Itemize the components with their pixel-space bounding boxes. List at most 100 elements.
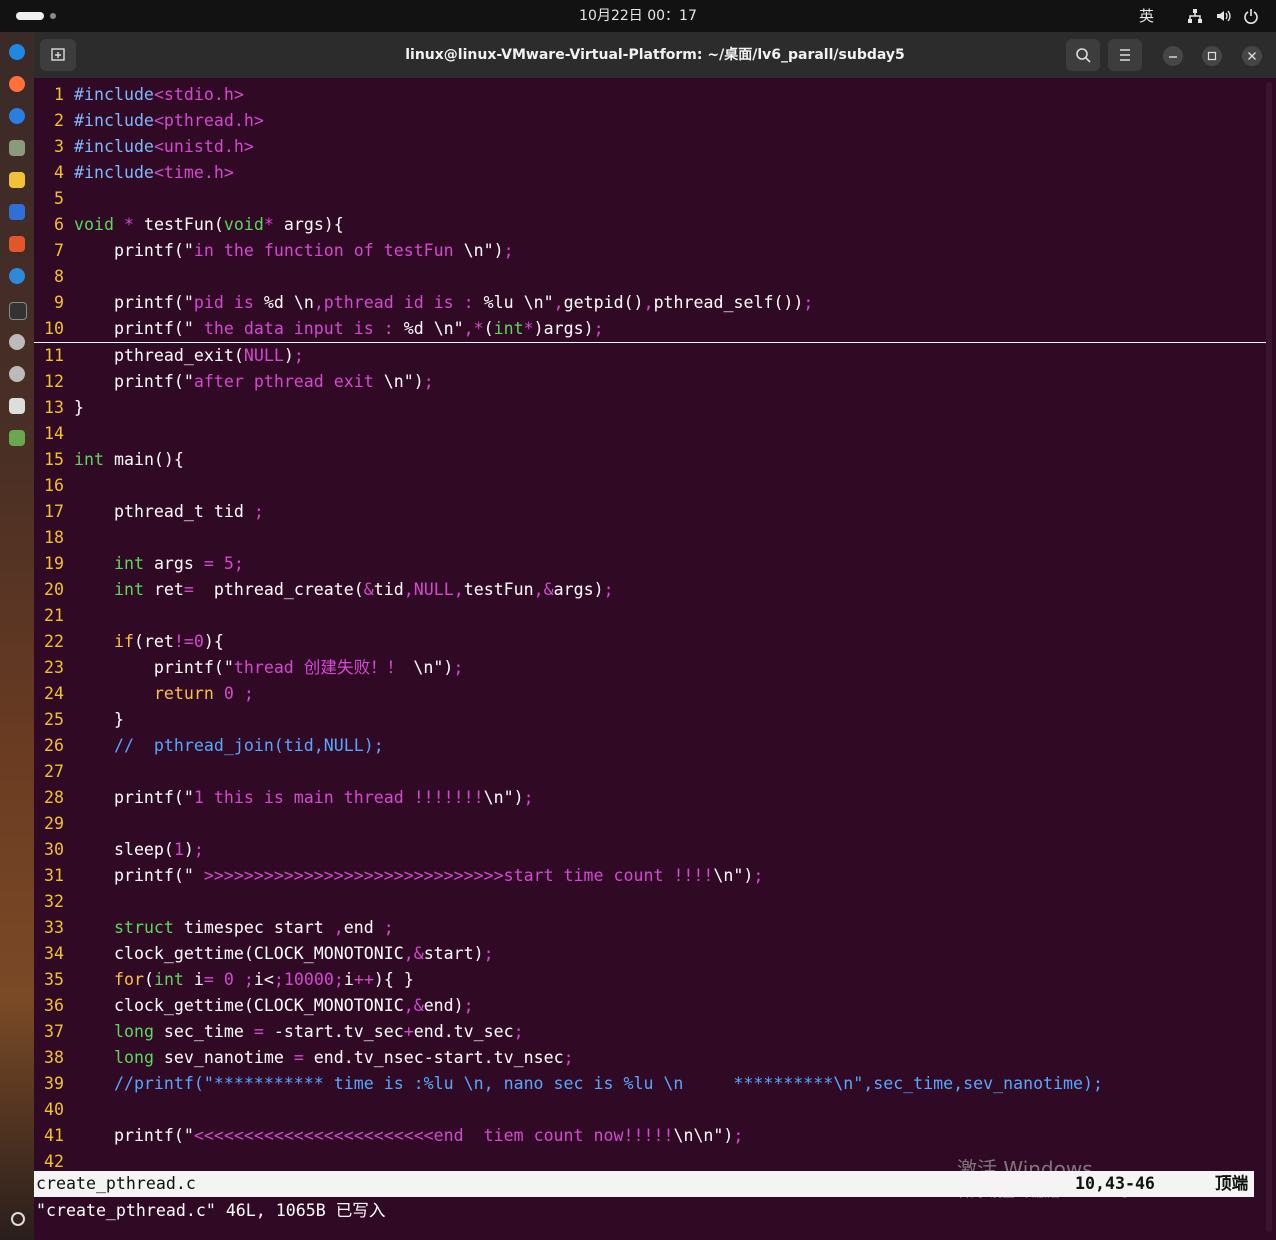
code-line[interactable]: 33 struct timespec start ,end ; (34, 915, 1270, 941)
code-text: if(ret!=0){ (113, 632, 224, 651)
code-text: printf(" the data input is : %d \n",*(in… (74, 319, 604, 338)
code-line[interactable]: 21 (34, 603, 1270, 629)
scrollbar[interactable] (1266, 82, 1272, 1232)
status-cursor-position: 10,43-46 (1075, 1174, 1155, 1193)
files-icon[interactable] (9, 140, 25, 156)
line-number: 36 (44, 996, 64, 1015)
code-line[interactable]: 6 void * testFun(void* args){ (34, 212, 1270, 238)
show-apps-icon[interactable] (11, 1212, 25, 1226)
code-line[interactable]: 17 pthread_t tid ; (34, 499, 1270, 525)
line-number: 15 (44, 450, 64, 469)
restore-button[interactable] (1202, 46, 1222, 66)
vim-editor[interactable]: 1 #include<stdio.h> 2 #include<pthread.h> 3 #… (34, 82, 1270, 1175)
code-line[interactable]: 24 return 0 ; (34, 681, 1270, 707)
code-line[interactable]: 13} (34, 395, 1270, 421)
code-line[interactable]: 31 printf(" >>>>>>>>>>>>>>>>>>>>>>>>>>>>… (34, 863, 1270, 889)
code-line[interactable]: 2 #include<pthread.h> (34, 108, 1270, 134)
code-line[interactable]: 32 (34, 889, 1270, 915)
line-number: 40 (44, 1100, 64, 1119)
line-number: 12 (44, 372, 64, 391)
rhythmbox-icon[interactable] (9, 172, 25, 188)
line-number: 34 (44, 944, 64, 963)
code-line[interactable]: 22 if(ret!=0){ (34, 629, 1270, 655)
code-line[interactable]: 12 printf("after pthread exit \n"); (34, 369, 1270, 395)
code-line[interactable]: 19 int args = 5; (34, 551, 1270, 577)
trash-icon[interactable] (9, 430, 25, 446)
code-text: #include<time.h> (74, 163, 234, 182)
thunderbird-icon[interactable] (9, 108, 25, 124)
edge-browser-icon[interactable] (9, 44, 25, 60)
input-method-indicator[interactable]: 英 (1139, 0, 1154, 32)
minimize-button[interactable] (1163, 46, 1183, 66)
code-line[interactable]: 27 (34, 759, 1270, 785)
search-icon (1076, 48, 1091, 63)
clock[interactable]: 10月22日 00：17 (0, 0, 1276, 32)
code-line[interactable]: 26 // pthread_join(tid,NULL); (34, 733, 1270, 759)
code-line[interactable]: 38 long sev_nanotime = end.tv_nsec-start… (34, 1045, 1270, 1071)
code-line[interactable]: 11 pthread_exit(NULL); (34, 343, 1270, 369)
network-icon[interactable] (1187, 8, 1203, 24)
code-line[interactable]: 36 clock_gettime(CLOCK_MONOTONIC,&end); (34, 993, 1270, 1019)
code-line[interactable]: 14 (34, 421, 1270, 447)
writer-icon[interactable] (9, 204, 25, 220)
code-text: struct timespec start ,end ; (113, 918, 394, 937)
code-line[interactable]: 3 #include<unistd.h> (34, 134, 1270, 160)
code-line[interactable]: 23 printf("thread 创建失败！！ \n"); (34, 655, 1270, 681)
line-number: 18 (44, 528, 64, 547)
code-line[interactable]: 39 //printf("*********** time is :%lu \n… (34, 1071, 1270, 1097)
code-line[interactable]: 10 printf(" the data input is : %d \n",*… (34, 316, 1270, 343)
code-line[interactable]: 7 printf("in the function of testFun \n"… (34, 238, 1270, 264)
line-number: 41 (44, 1126, 64, 1145)
power-icon[interactable] (1243, 8, 1259, 24)
code-line[interactable]: 41 printf("<<<<<<<<<<<<<<<<<<<<<<<<end t… (34, 1123, 1270, 1149)
code-text: clock_gettime(CLOCK_MONOTONIC,&start); (74, 944, 494, 963)
code-line[interactable]: 9 printf("pid is %d \n,pthread id is : %… (34, 290, 1270, 316)
code-line[interactable]: 34 clock_gettime(CLOCK_MONOTONIC,&start)… (34, 941, 1270, 967)
code-line[interactable]: 1 #include<stdio.h> (34, 82, 1270, 108)
code-text: printf("<<<<<<<<<<<<<<<<<<<<<<<<end tiem… (74, 1126, 744, 1145)
volume-icon[interactable] (1215, 8, 1231, 24)
firefox-icon[interactable] (9, 76, 25, 92)
code-line[interactable]: 8 (34, 264, 1270, 290)
code-text: return 0 ; (153, 684, 254, 703)
menu-button[interactable] (1108, 39, 1142, 71)
code-text: printf("thread 创建失败！！ \n"); (74, 658, 464, 677)
vim-command-line[interactable]: "create_pthread.c" 46L, 1065B 已写入 (36, 1198, 386, 1224)
code-text: #include<stdio.h> (74, 85, 244, 104)
line-number: 8 (54, 267, 64, 286)
code-line[interactable]: 30 sleep(1); (34, 837, 1270, 863)
status-filename: create_pthread.c (36, 1174, 196, 1193)
line-number: 22 (44, 632, 64, 651)
code-line[interactable]: 25 } (34, 707, 1270, 733)
terminal-icon[interactable] (9, 302, 27, 320)
code-line[interactable]: 18 (34, 525, 1270, 551)
code-text: #include<pthread.h> (74, 111, 264, 130)
code-text: long sev_nanotime = end.tv_nsec-start.tv… (113, 1048, 574, 1067)
help-icon[interactable] (9, 268, 25, 284)
code-line[interactable]: 5 (34, 186, 1270, 212)
code-text: clock_gettime(CLOCK_MONOTONIC,&end); (74, 996, 474, 1015)
code-text: } (74, 398, 84, 417)
line-number: 17 (44, 502, 64, 521)
code-text: printf("in the function of testFun \n"); (74, 241, 514, 260)
code-text: //printf("*********** time is :%lu \n, n… (74, 1074, 1103, 1093)
disc-icon-2[interactable] (9, 366, 25, 382)
close-button[interactable] (1242, 46, 1262, 66)
code-line[interactable]: 20 int ret= pthread_create(&tid,NULL,tes… (34, 577, 1270, 603)
code-line[interactable]: 4 #include<time.h> (34, 160, 1270, 186)
code-line[interactable]: 28 printf("1 this is main thread !!!!!!!… (34, 785, 1270, 811)
line-number: 35 (44, 970, 64, 989)
code-line[interactable]: 37 long sec_time = -start.tv_sec+end.tv_… (34, 1019, 1270, 1045)
code-line[interactable]: 35 for(int i= 0 ;i<;10000;i++){ } (34, 967, 1270, 993)
disc-icon[interactable] (9, 334, 25, 350)
app-center-icon[interactable] (9, 236, 25, 252)
code-text: pthread_t tid ; (74, 502, 264, 521)
code-text: #include<unistd.h> (74, 137, 254, 156)
code-line[interactable]: 16 (34, 473, 1270, 499)
line-number: 38 (44, 1048, 64, 1067)
code-line[interactable]: 15 int main(){ (34, 447, 1270, 473)
drive-icon[interactable] (9, 398, 25, 414)
code-line[interactable]: 29 (34, 811, 1270, 837)
code-line[interactable]: 40 (34, 1097, 1270, 1123)
search-button[interactable] (1066, 39, 1100, 71)
